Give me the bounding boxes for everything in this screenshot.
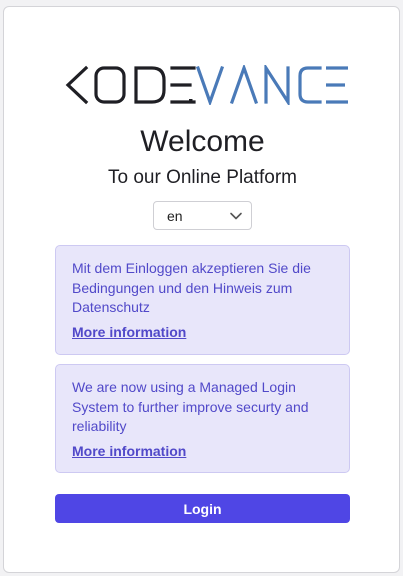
managed-login-notice-text: We are now using a Managed Login System … <box>72 379 309 434</box>
language-select-value: en <box>167 208 183 224</box>
welcome-subtitle: To our Online Platform <box>107 167 298 188</box>
login-card: Welcome To our Online Platform en Mit de… <box>3 6 400 573</box>
welcome-title: Welcome <box>140 125 265 158</box>
privacy-notice-text: Mit dem Einloggen akzeptieren Sie die Be… <box>72 260 311 315</box>
privacy-more-information-link[interactable]: More information <box>72 324 186 340</box>
chevron-down-icon <box>230 212 242 220</box>
language-select[interactable]: en <box>153 201 252 230</box>
managed-login-more-information-link[interactable]: More information <box>72 443 186 459</box>
kodevance-logo <box>65 65 348 105</box>
managed-login-notice: We are now using a Managed Login System … <box>55 364 350 473</box>
login-button[interactable]: Login <box>55 494 350 523</box>
privacy-notice: Mit dem Einloggen akzeptieren Sie die Be… <box>55 245 350 355</box>
